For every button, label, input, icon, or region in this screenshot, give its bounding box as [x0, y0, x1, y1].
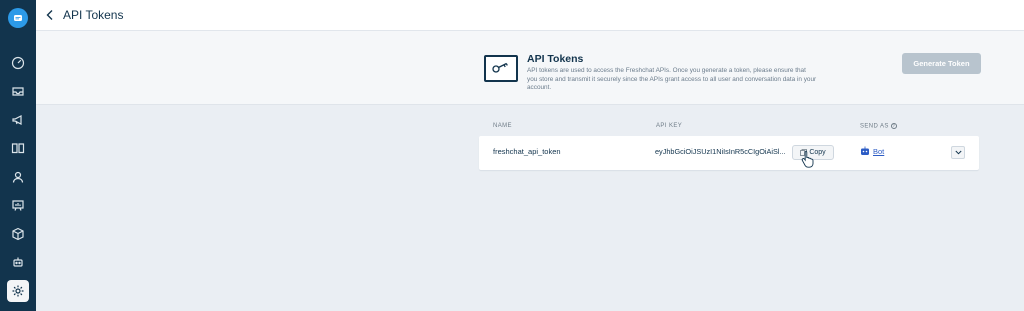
apps-cube-icon[interactable] — [9, 225, 27, 243]
send-as-bot-link[interactable]: Bot — [873, 147, 884, 156]
api-key-illustration-icon — [484, 55, 518, 82]
faq-book-icon[interactable] — [9, 139, 27, 157]
generate-token-button[interactable]: Generate Token — [902, 53, 981, 74]
freshchat-logo-icon[interactable] — [8, 8, 28, 28]
campaigns-icon[interactable] — [9, 111, 27, 129]
api-tokens-intro: API Tokens API tokens are used to access… — [36, 31, 1024, 105]
sidebar — [0, 0, 36, 311]
section-title: API Tokens — [527, 53, 584, 65]
column-header-name: NAME — [493, 123, 512, 129]
page-header: API Tokens — [36, 0, 1024, 31]
contacts-icon[interactable] — [9, 168, 27, 186]
table-row: freshchat_api_token eyJhbGciOiJSUzI1NiIs… — [479, 136, 979, 170]
chevron-down-icon — [954, 150, 962, 155]
api-key-value: eyJhbGciOiJSUzI1NiIsInR5cCIgOiAiSl... — [655, 147, 786, 156]
row-actions-dropdown[interactable] — [951, 146, 965, 159]
dashboard-icon[interactable] — [9, 54, 27, 72]
bot-avatar-icon — [861, 146, 869, 155]
token-name: freshchat_api_token — [493, 147, 561, 156]
column-header-send-as-label: SEND AS — [860, 123, 889, 130]
reports-icon[interactable] — [9, 196, 27, 214]
back-chevron-icon[interactable] — [45, 9, 55, 21]
bot-icon[interactable] — [9, 253, 27, 271]
page-title: API Tokens — [63, 8, 124, 22]
hand-pointer-cursor-icon — [801, 150, 814, 168]
settings-icon[interactable] — [7, 280, 29, 302]
column-header-api-key: API KEY — [656, 123, 683, 129]
info-icon[interactable]: ? — [890, 123, 897, 129]
column-header-send-as: SEND AS? — [860, 123, 897, 130]
inbox-icon[interactable] — [9, 82, 27, 100]
section-description: API tokens are used to access the Freshc… — [527, 67, 817, 91]
